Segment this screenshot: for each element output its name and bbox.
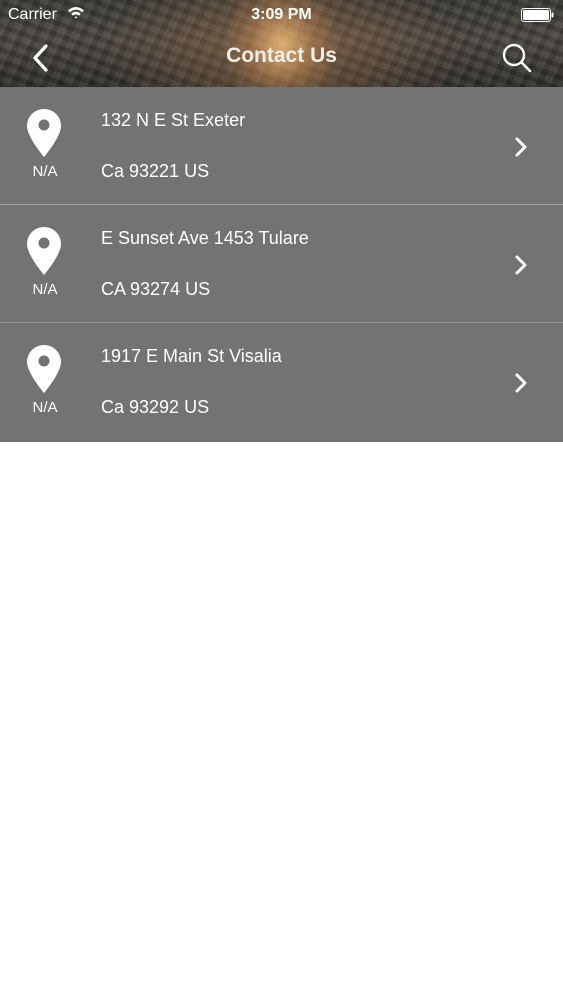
chevron-right-icon (515, 255, 527, 275)
pin-status-label: N/A (32, 163, 58, 180)
address-region: Ca 93221 US (101, 161, 210, 181)
map-pin-icon (27, 227, 61, 275)
address-street: 132 N E St Exeter (101, 110, 246, 130)
location-list: N/A 132 N E St Exeter Ca 93221 US N/A E … (0, 87, 563, 442)
page-title: Contact Us (226, 44, 337, 67)
pin-status-label: N/A (32, 281, 58, 298)
navigation-bar: Contact Us (0, 30, 563, 87)
chevron-right-icon (515, 373, 527, 393)
address-street: E Sunset Ave 1453 Tulare (101, 228, 309, 248)
search-icon (502, 43, 532, 73)
location-row[interactable]: N/A 1917 E Main St Visalia Ca 93292 US (0, 323, 563, 442)
chevron-right-icon (515, 137, 527, 157)
pin-status-label: N/A (32, 399, 58, 416)
map-pin-icon (27, 345, 61, 393)
status-bar: Carrier 3:09 PM (0, 0, 563, 30)
header-banner: Carrier 3:09 PM Contact Us (0, 0, 563, 87)
battery-icon (521, 8, 554, 22)
map-pin-icon (27, 109, 61, 157)
clock-time: 3:09 PM (251, 6, 312, 23)
location-row[interactable]: N/A E Sunset Ave 1453 Tulare CA 93274 US (0, 205, 563, 323)
location-row[interactable]: N/A 132 N E St Exeter Ca 93221 US (0, 87, 563, 205)
address-region: CA 93274 US (101, 279, 211, 299)
address-region: Ca 93292 US (101, 397, 210, 417)
address-street: 1917 E Main St Visalia (101, 346, 282, 366)
search-button[interactable] (499, 40, 535, 76)
